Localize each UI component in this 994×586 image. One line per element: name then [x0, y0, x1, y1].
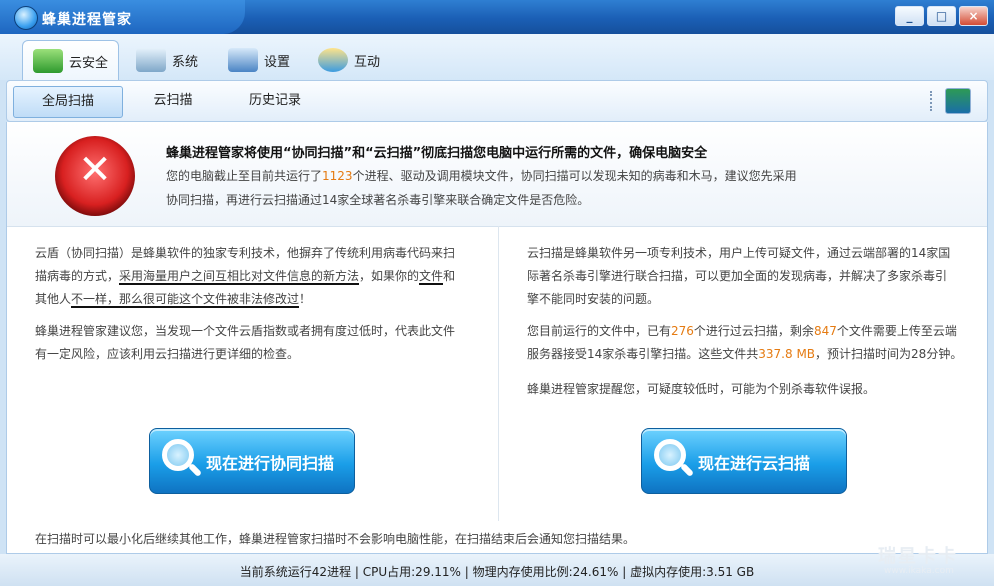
- button-label: 现在进行云扫描: [698, 454, 811, 473]
- window-title: 蜂巢进程管家: [42, 12, 132, 28]
- subtab-history[interactable]: 历史记录: [229, 86, 321, 116]
- status-bar: 当前系统运行42进程 | CPU占用:29.11% | 物理内存使用比例:24.…: [0, 554, 994, 586]
- button-label: 现在进行协同扫描: [206, 454, 335, 473]
- watermark-url: www.ikaka.com: [884, 566, 954, 576]
- banner-line-1: 您的电脑截止至目前共运行了1123个进程、驱动及调用模块文件，协同扫描可以发现未…: [166, 167, 797, 184]
- title-bar: 蜂巢进程管家 _ □ ×: [0, 0, 994, 34]
- left-paragraph-1: 云盾（协同扫描）是蜂巢软件的独家专利技术，他摒弃了传统利用病毒代码来扫 描病毒的…: [35, 242, 455, 311]
- app-logo-icon: [14, 6, 38, 30]
- minimize-button[interactable]: _: [895, 6, 924, 26]
- text: ！: [299, 292, 312, 306]
- close-button[interactable]: ×: [959, 6, 988, 26]
- tab-interaction[interactable]: 互动: [308, 40, 390, 80]
- text-line: 云盾（协同扫描）是蜂巢软件的独家专利技术，他摒弃了传统利用病毒代码来扫: [35, 246, 456, 260]
- scan-footnote: 在扫描时可以最小化后继续其他工作，蜂巢进程管家扫描时不会影响电脑性能，在扫描结束…: [35, 532, 636, 546]
- text: 个进行过云扫描，剩余: [693, 324, 814, 338]
- text-line: 蜂巢进程管家建议您，当发现一个文件云盾指数或者拥有度过低时，代表此文件: [35, 324, 456, 338]
- cloud-scan-button[interactable]: 现在进行云扫描: [641, 428, 847, 494]
- banner-text: 您的电脑截止至目前共运行了: [166, 169, 323, 183]
- banner-line-2: 协同扫描，再进行云扫描通过14家全球著名杀毒引擎来联合确定文件是否危险。: [166, 193, 590, 207]
- underlined-text: 采用海量用户之间互相比对文件信息的新方法: [119, 269, 360, 285]
- left-paragraph-2: 蜂巢进程管家建议您，当发现一个文件云盾指数或者拥有度过低时，代表此文件 有一定风…: [35, 320, 455, 366]
- text: ，预计扫描时间为28分钟。: [815, 347, 963, 361]
- tab-settings[interactable]: 设置: [218, 40, 300, 80]
- process-count: 1123: [322, 169, 353, 183]
- text: 描病毒的方式，: [35, 269, 120, 283]
- tab-label: 互动: [354, 54, 381, 70]
- settings-icon: [228, 48, 258, 72]
- right-paragraph-3: 蜂巢进程管家提醒您，可疑度较低时，可能为个别杀毒软件误报。: [527, 382, 876, 396]
- text-line: 服务器接受14家杀毒引擎扫描。这些文件共337.8 MB，预计扫描时间为28分钟…: [527, 343, 962, 366]
- magnifier-handle: [187, 462, 203, 478]
- chat-icon: [318, 48, 348, 72]
- banner-text: 个进程、驱动及调用模块文件，协同扫描可以发现未知的病毒和木马，建议您先采用: [352, 169, 797, 183]
- banner-title: 蜂巢进程管家将使用“协同扫描”和“云扫描”彻底扫描您电脑中运行所需的文件，确保电…: [166, 146, 708, 161]
- underlined-text: 不一样，那么很可能这个文件被非法修改过: [71, 292, 300, 308]
- text: ，如果你的: [359, 269, 420, 283]
- scanned-count: 276: [671, 324, 694, 338]
- tab-label: 设置: [264, 54, 291, 70]
- text: 其他人: [35, 292, 72, 306]
- text: 和: [443, 269, 456, 283]
- tab-label: 系统: [172, 54, 199, 70]
- toolbar-grip: [930, 91, 935, 111]
- watermark-text: 瑞星卡卡: [878, 546, 958, 567]
- text-line: 际著名杀毒引擎进行联合扫描，可以更加全面的发现病毒，并解决了多家杀毒引: [527, 269, 948, 283]
- main-content: ✕ 蜂巢进程管家将使用“协同扫描”和“云扫描”彻底扫描您电脑中运行所需的文件，确…: [6, 122, 988, 554]
- main-tab-bar: 云安全 系统 设置 互动: [0, 34, 994, 81]
- tab-label: 云安全: [69, 55, 109, 71]
- subtab-cloud-scan[interactable]: 云扫描: [127, 86, 219, 116]
- tab-system[interactable]: 系统: [126, 40, 208, 80]
- danger-icon: ✕: [55, 136, 135, 216]
- files-size: 337.8 MB: [758, 347, 816, 361]
- text-line: 其他人不一样，那么很可能这个文件被非法修改过！: [35, 288, 455, 311]
- tab-cloud-security[interactable]: 云安全: [22, 40, 120, 81]
- underlined-text: 文件: [419, 269, 444, 285]
- text: 个文件需要上传至云端: [836, 324, 957, 338]
- text-line: 擎不能同时安装的问题。: [527, 292, 660, 306]
- text-line: 描病毒的方式，采用海量用户之间互相比对文件信息的新方法，如果你的文件和: [35, 265, 455, 288]
- maximize-button[interactable]: □: [927, 6, 956, 26]
- column-divider: [498, 226, 499, 521]
- text-line: 云扫描是蜂巢软件另一项专利技术，用户上传可疑文件，通过云端部署的14家国: [527, 246, 951, 260]
- text: 服务器接受14家杀毒引擎扫描。这些文件共: [527, 347, 759, 361]
- right-paragraph-2: 您目前运行的文件中，已有276个进行过云扫描，剩余847个文件需要上传至云端 服…: [527, 320, 962, 366]
- remaining-count: 847: [813, 324, 837, 338]
- text-line: 有一定风险，应该利用云扫描进行更详细的检查。: [35, 347, 300, 361]
- side-panel-icon[interactable]: [945, 88, 971, 114]
- collaborative-scan-button[interactable]: 现在进行协同扫描: [149, 428, 355, 494]
- text: 您目前运行的文件中，已有: [527, 324, 672, 338]
- magnifier-handle: [679, 462, 695, 478]
- sub-tab-bar: 全局扫描 云扫描 历史记录: [6, 80, 988, 122]
- text-line: 您目前运行的文件中，已有276个进行过云扫描，剩余847个文件需要上传至云端: [527, 320, 962, 343]
- watermark-logo: 瑞星卡卡 www.ikaka.com: [862, 544, 992, 584]
- cloud-shield-icon: [33, 49, 63, 73]
- status-text: 当前系统运行42进程 | CPU占用:29.11% | 物理内存使用比例:24.…: [239, 565, 755, 579]
- right-paragraph-1: 云扫描是蜂巢软件另一项专利技术，用户上传可疑文件，通过云端部署的14家国 际著名…: [527, 242, 950, 311]
- monitor-icon: [136, 48, 166, 72]
- info-banner: ✕ 蜂巢进程管家将使用“协同扫描”和“云扫描”彻底扫描您电脑中运行所需的文件，确…: [7, 122, 987, 227]
- subtab-global-scan[interactable]: 全局扫描: [13, 86, 123, 118]
